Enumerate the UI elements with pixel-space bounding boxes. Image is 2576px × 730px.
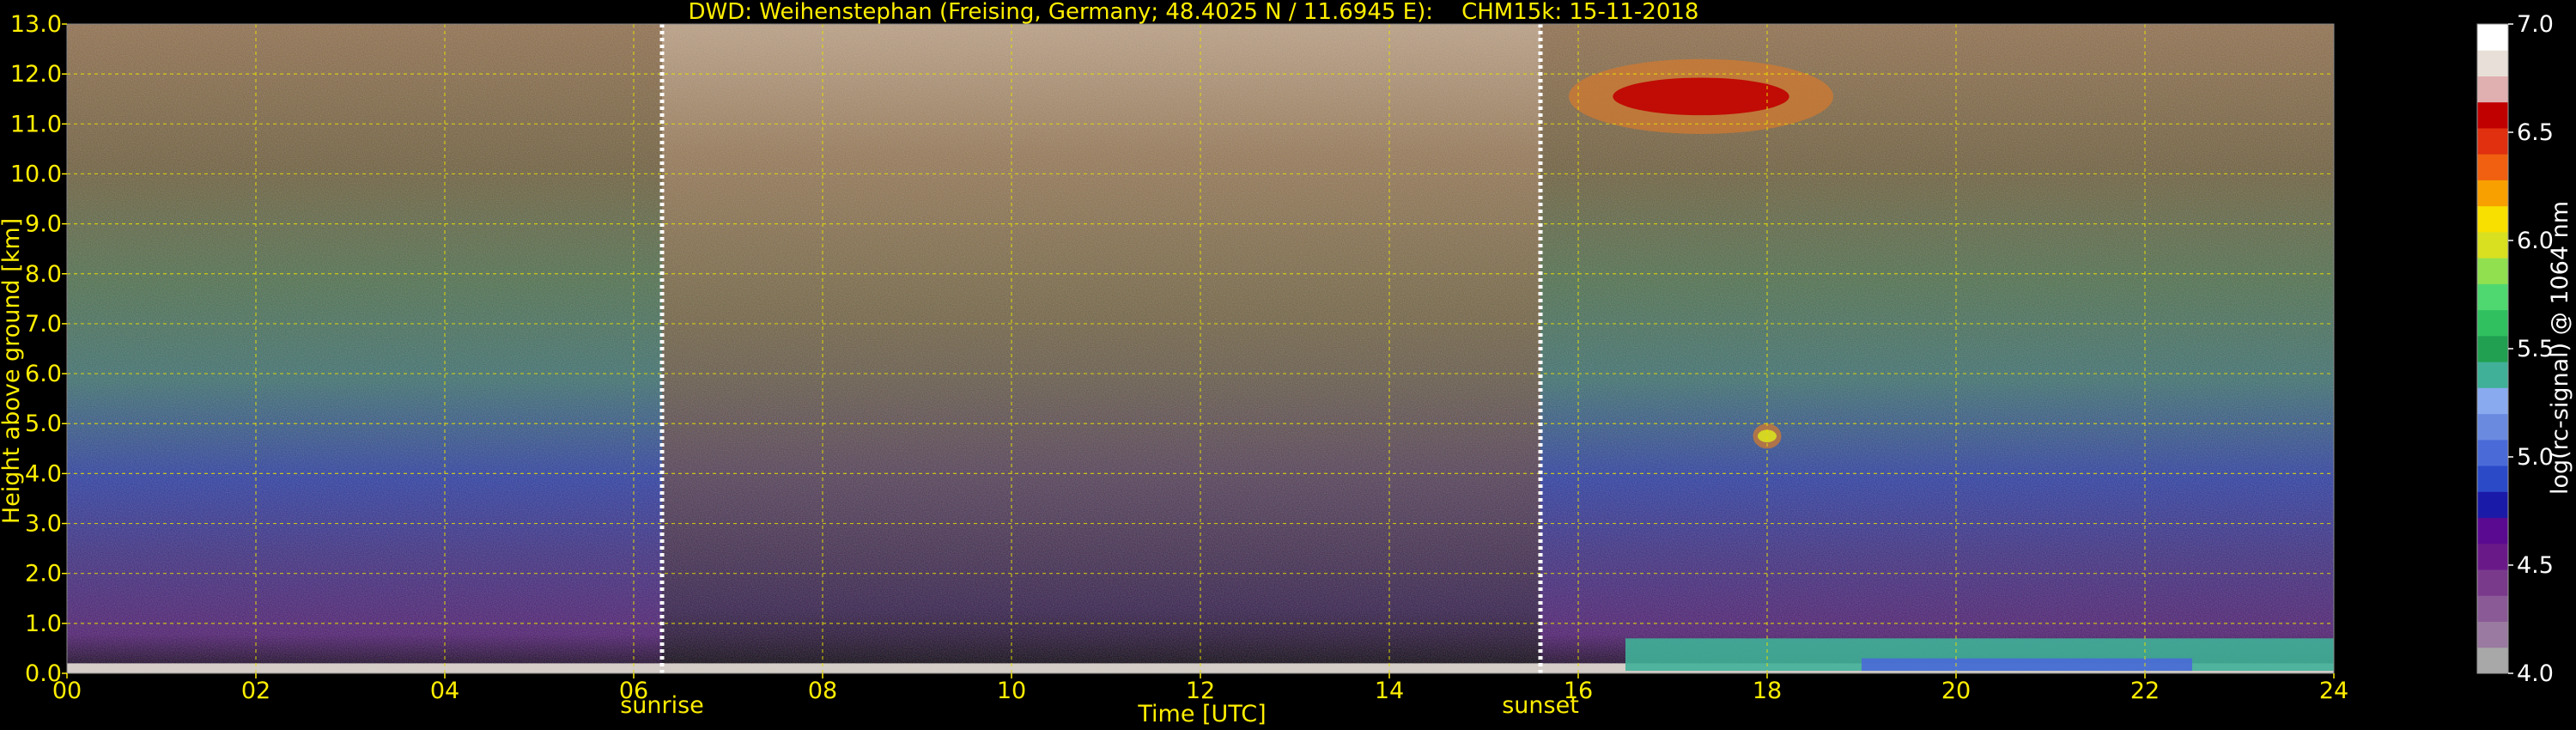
- cirrus-cloud-core: [1613, 77, 1789, 116]
- colorbar-segment: [2477, 101, 2508, 129]
- colorbar-tick-label: 7.0: [2517, 11, 2554, 38]
- colorbar-segment: [2477, 387, 2508, 415]
- colorbar-segment: [2477, 154, 2508, 180]
- x-tick-label: 22: [2130, 678, 2160, 704]
- y-tick-label: 8.0: [25, 261, 62, 288]
- y-tick-label: 4.0: [25, 460, 62, 487]
- colorbar-label: log(rc-signal) @ 1064 nm: [2547, 201, 2573, 495]
- x-axis-label: Time [UTC]: [1137, 701, 1266, 727]
- colorbar-segment: [2477, 50, 2508, 76]
- x-tick-label: 10: [997, 678, 1026, 704]
- x-tick-label: 18: [1753, 678, 1782, 704]
- colorbar-segment: [2477, 283, 2508, 311]
- x-tick-label: 02: [241, 678, 270, 704]
- colorbar-segment: [2477, 76, 2508, 103]
- colorbar-segment: [2477, 335, 2508, 362]
- aerosol-layer-blue: [1862, 658, 2192, 672]
- y-tick-label: 10.0: [10, 161, 62, 187]
- colorbar-segment: [2477, 647, 2508, 674]
- x-tick-label: 06: [619, 678, 648, 704]
- y-tick-label: 12.0: [10, 61, 62, 88]
- colorbar-segment: [2477, 205, 2508, 233]
- x-tick-label: 08: [808, 678, 837, 704]
- colorbar-segment: [2477, 595, 2508, 623]
- ceilometer-chart: sunrise sunset 00 02 04 06 08 10 12 14 16 18 20 22 24…: [0, 0, 2573, 727]
- y-tick-label: 3.0: [25, 511, 62, 538]
- y-tick-label: 1.0: [25, 611, 62, 637]
- colorbar-segment: [2477, 517, 2508, 544]
- y-tick-label: 0.0: [25, 660, 62, 687]
- x-tick-label: 20: [1941, 678, 1971, 704]
- colorbar-tick-label: 6.5: [2517, 119, 2554, 146]
- colorbar-segment: [2477, 569, 2508, 596]
- x-axis: 00 02 04 06 08 10 12 14 16 18 20 22 24: [52, 673, 2348, 704]
- y-tick-label: 11.0: [10, 111, 62, 137]
- y-tick-label: 5.0: [25, 411, 62, 437]
- y-tick-label: 13.0: [10, 11, 62, 38]
- colorbar-segment: [2477, 24, 2508, 51]
- y-tick-label: 6.0: [25, 361, 62, 387]
- colorbar-segment: [2477, 258, 2508, 284]
- x-tick-label: 04: [430, 678, 459, 704]
- colorbar-segment: [2477, 465, 2508, 492]
- plot-area: sunrise sunset: [66, 23, 2335, 719]
- x-tick-label: 16: [1564, 678, 1593, 704]
- colorbar-tick-label: 4.0: [2517, 660, 2554, 687]
- colorbar-segment: [2477, 543, 2508, 570]
- y-axis-label: Height above ground [km]: [0, 218, 25, 524]
- x-tick-label: 14: [1375, 678, 1404, 704]
- colorbar-segment: [2477, 362, 2508, 388]
- colorbar-segment: [2477, 439, 2508, 466]
- colorbar-segment: [2477, 127, 2508, 155]
- colorbar-tick-label: 4.5: [2517, 552, 2554, 579]
- colorbar-segment: [2477, 621, 2508, 648]
- colorbar-segment: [2477, 491, 2508, 519]
- x-tick-label: 24: [2319, 678, 2348, 704]
- colorbar-segment: [2477, 231, 2508, 259]
- y-tick-label: 9.0: [25, 211, 62, 238]
- colorbar-segment: [2477, 309, 2508, 337]
- colorbar-segment: [2477, 179, 2508, 207]
- colorbar-segment: [2477, 413, 2508, 441]
- colorbar: 4.04.55.05.56.06.57.0: [2476, 11, 2554, 687]
- y-tick-label: 7.0: [25, 311, 62, 338]
- y-tick-label: 2.0: [25, 561, 62, 587]
- chart-title: DWD: Weihenstephan (Freising, Germany; 4…: [689, 0, 1699, 25]
